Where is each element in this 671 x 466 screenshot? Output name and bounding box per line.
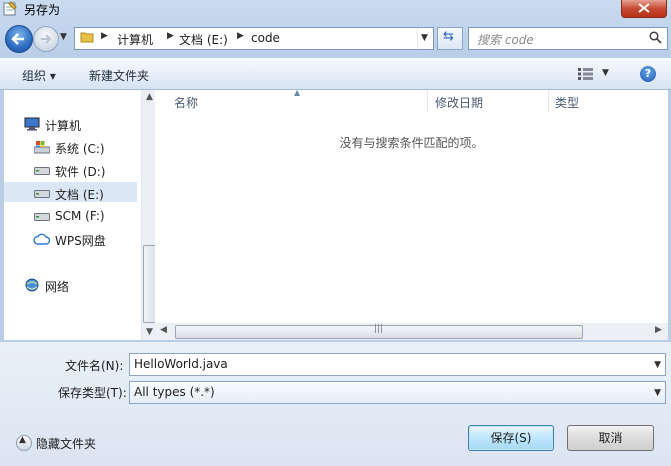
network-icon [25,278,39,292]
chevron-up-icon: ▲ [19,435,26,445]
scrollbar-thumb[interactable]: ||| [175,324,583,339]
refresh-button[interactable]: ⇆ [437,27,463,50]
scroll-left-icon[interactable]: ◀ [160,325,167,335]
drive-icon [34,167,50,175]
filename-value[interactable]: HelloWorld.java [134,357,228,371]
breadcrumb-separator-icon[interactable]: ▶ [101,31,108,41]
chevron-down-icon: ▼ [421,33,428,43]
tree-item-computer[interactable]: 计算机 [45,117,81,134]
window-title: 另存为 [24,3,61,17]
back-button[interactable] [5,25,33,53]
empty-message: 没有与搜索条件匹配的项。 [339,136,484,150]
filename-label: 文件名(N): [65,359,124,373]
hide-folders-button[interactable]: ▲ [16,435,32,451]
command-bar: 组织 ▾ 新建文件夹 ▼ ? [0,58,671,90]
chevron-down-icon[interactable]: ▼ [654,360,661,370]
close-button[interactable] [621,0,667,18]
column-divider[interactable] [427,90,428,112]
arrow-right-icon [41,34,52,44]
history-dropdown-icon[interactable]: ▼ [60,32,67,42]
view-dropdown-icon[interactable]: ▼ [602,68,609,78]
organize-button[interactable]: 组织 ▾ [22,67,56,84]
arrow-left-icon [11,33,24,45]
notepad-icon [3,1,17,16]
hide-folders-label[interactable]: 隐藏文件夹 [36,435,96,452]
search-box[interactable]: 搜索 code [468,27,668,50]
chevron-down-icon[interactable]: ▼ [654,388,661,398]
search-icon[interactable] [649,31,662,44]
new-folder-button[interactable]: 新建文件夹 [89,67,149,84]
tree-item-network[interactable]: 网络 [45,278,69,295]
scroll-down-icon[interactable]: ▼ [146,327,153,337]
system-drive-icon [34,141,50,154]
breadcrumb-drive-e[interactable]: 文档 (E:) [179,31,228,48]
address-bar[interactable]: ▶ 计算机 ▶ 文档 (E:) ▶ code ▼ [74,27,434,50]
navigation-bar: ▼ ▶ 计算机 ▶ 文档 (E:) ▶ code ▼ ⇆ 搜索 code [0,20,671,56]
address-dropdown-button[interactable]: ▼ [417,28,433,49]
cloud-icon [33,233,50,245]
tree-item-drive-c[interactable]: 系统 (C:) [55,140,105,157]
title-bar: 另存为 [0,0,671,18]
file-list-scrollbar[interactable]: ◀ ||| ▶ [155,323,668,340]
save-type-select[interactable]: All types (*.*) ▼ [129,381,666,404]
breadcrumb-code[interactable]: code [251,31,280,45]
folder-icon [80,32,94,43]
cancel-button[interactable]: 取消 [567,425,654,451]
refresh-icon: ⇆ [443,29,454,44]
computer-icon [24,117,40,131]
scroll-up-icon[interactable]: ▲ [146,92,153,102]
tree-item-drive-e[interactable]: 文档 (E:) [55,186,104,203]
tree-item-drive-d[interactable]: 软件 (D:) [55,163,105,180]
breadcrumb-computer[interactable]: 计算机 [117,31,153,48]
save-button[interactable]: 保存(S) [468,425,554,451]
search-input[interactable]: 搜索 code [477,31,534,48]
tree-item-wps-cloud[interactable]: WPS网盘 [55,232,106,249]
drive-icon [34,213,50,221]
save-as-dialog: 另存为 ▼ ▶ 计算机 ▶ 文档 (E:) ▶ code ▼ ⇆ 搜索 code… [0,0,671,466]
save-form: 文件名(N): HelloWorld.java ▼ 保存类型(T): All t… [0,342,671,466]
column-divider[interactable] [548,90,549,112]
column-header-date-modified[interactable]: 修改日期 [435,94,483,111]
forward-button[interactable] [33,26,59,52]
save-type-value[interactable]: All types (*.*) [134,385,215,399]
save-type-label: 保存类型(T): [58,386,127,400]
breadcrumb-separator-icon[interactable]: ▶ [237,31,244,41]
close-icon [638,3,650,13]
view-options-icon[interactable] [578,68,594,80]
navigation-pane: 计算机 系统 (C:) 软件 (D:) 文档 (E:) SCM (F:) WPS… [4,90,159,340]
sort-ascending-icon: ▲ [294,88,301,97]
grip-icon: ||| [374,324,384,334]
column-header-name[interactable]: 名称 [174,94,198,111]
drive-icon [34,190,50,198]
scroll-right-icon[interactable]: ▶ [655,325,662,335]
help-icon[interactable]: ? [640,66,656,82]
filename-field[interactable]: HelloWorld.java ▼ [129,353,666,376]
tree-item-drive-f[interactable]: SCM (F:) [55,209,105,223]
file-list: 名称 ▲ 修改日期 类型 没有与搜索条件匹配的项。 ◀ ||| ▶ [155,88,668,340]
column-header-type[interactable]: 类型 [555,94,579,111]
breadcrumb-separator-icon[interactable]: ▶ [167,31,174,41]
